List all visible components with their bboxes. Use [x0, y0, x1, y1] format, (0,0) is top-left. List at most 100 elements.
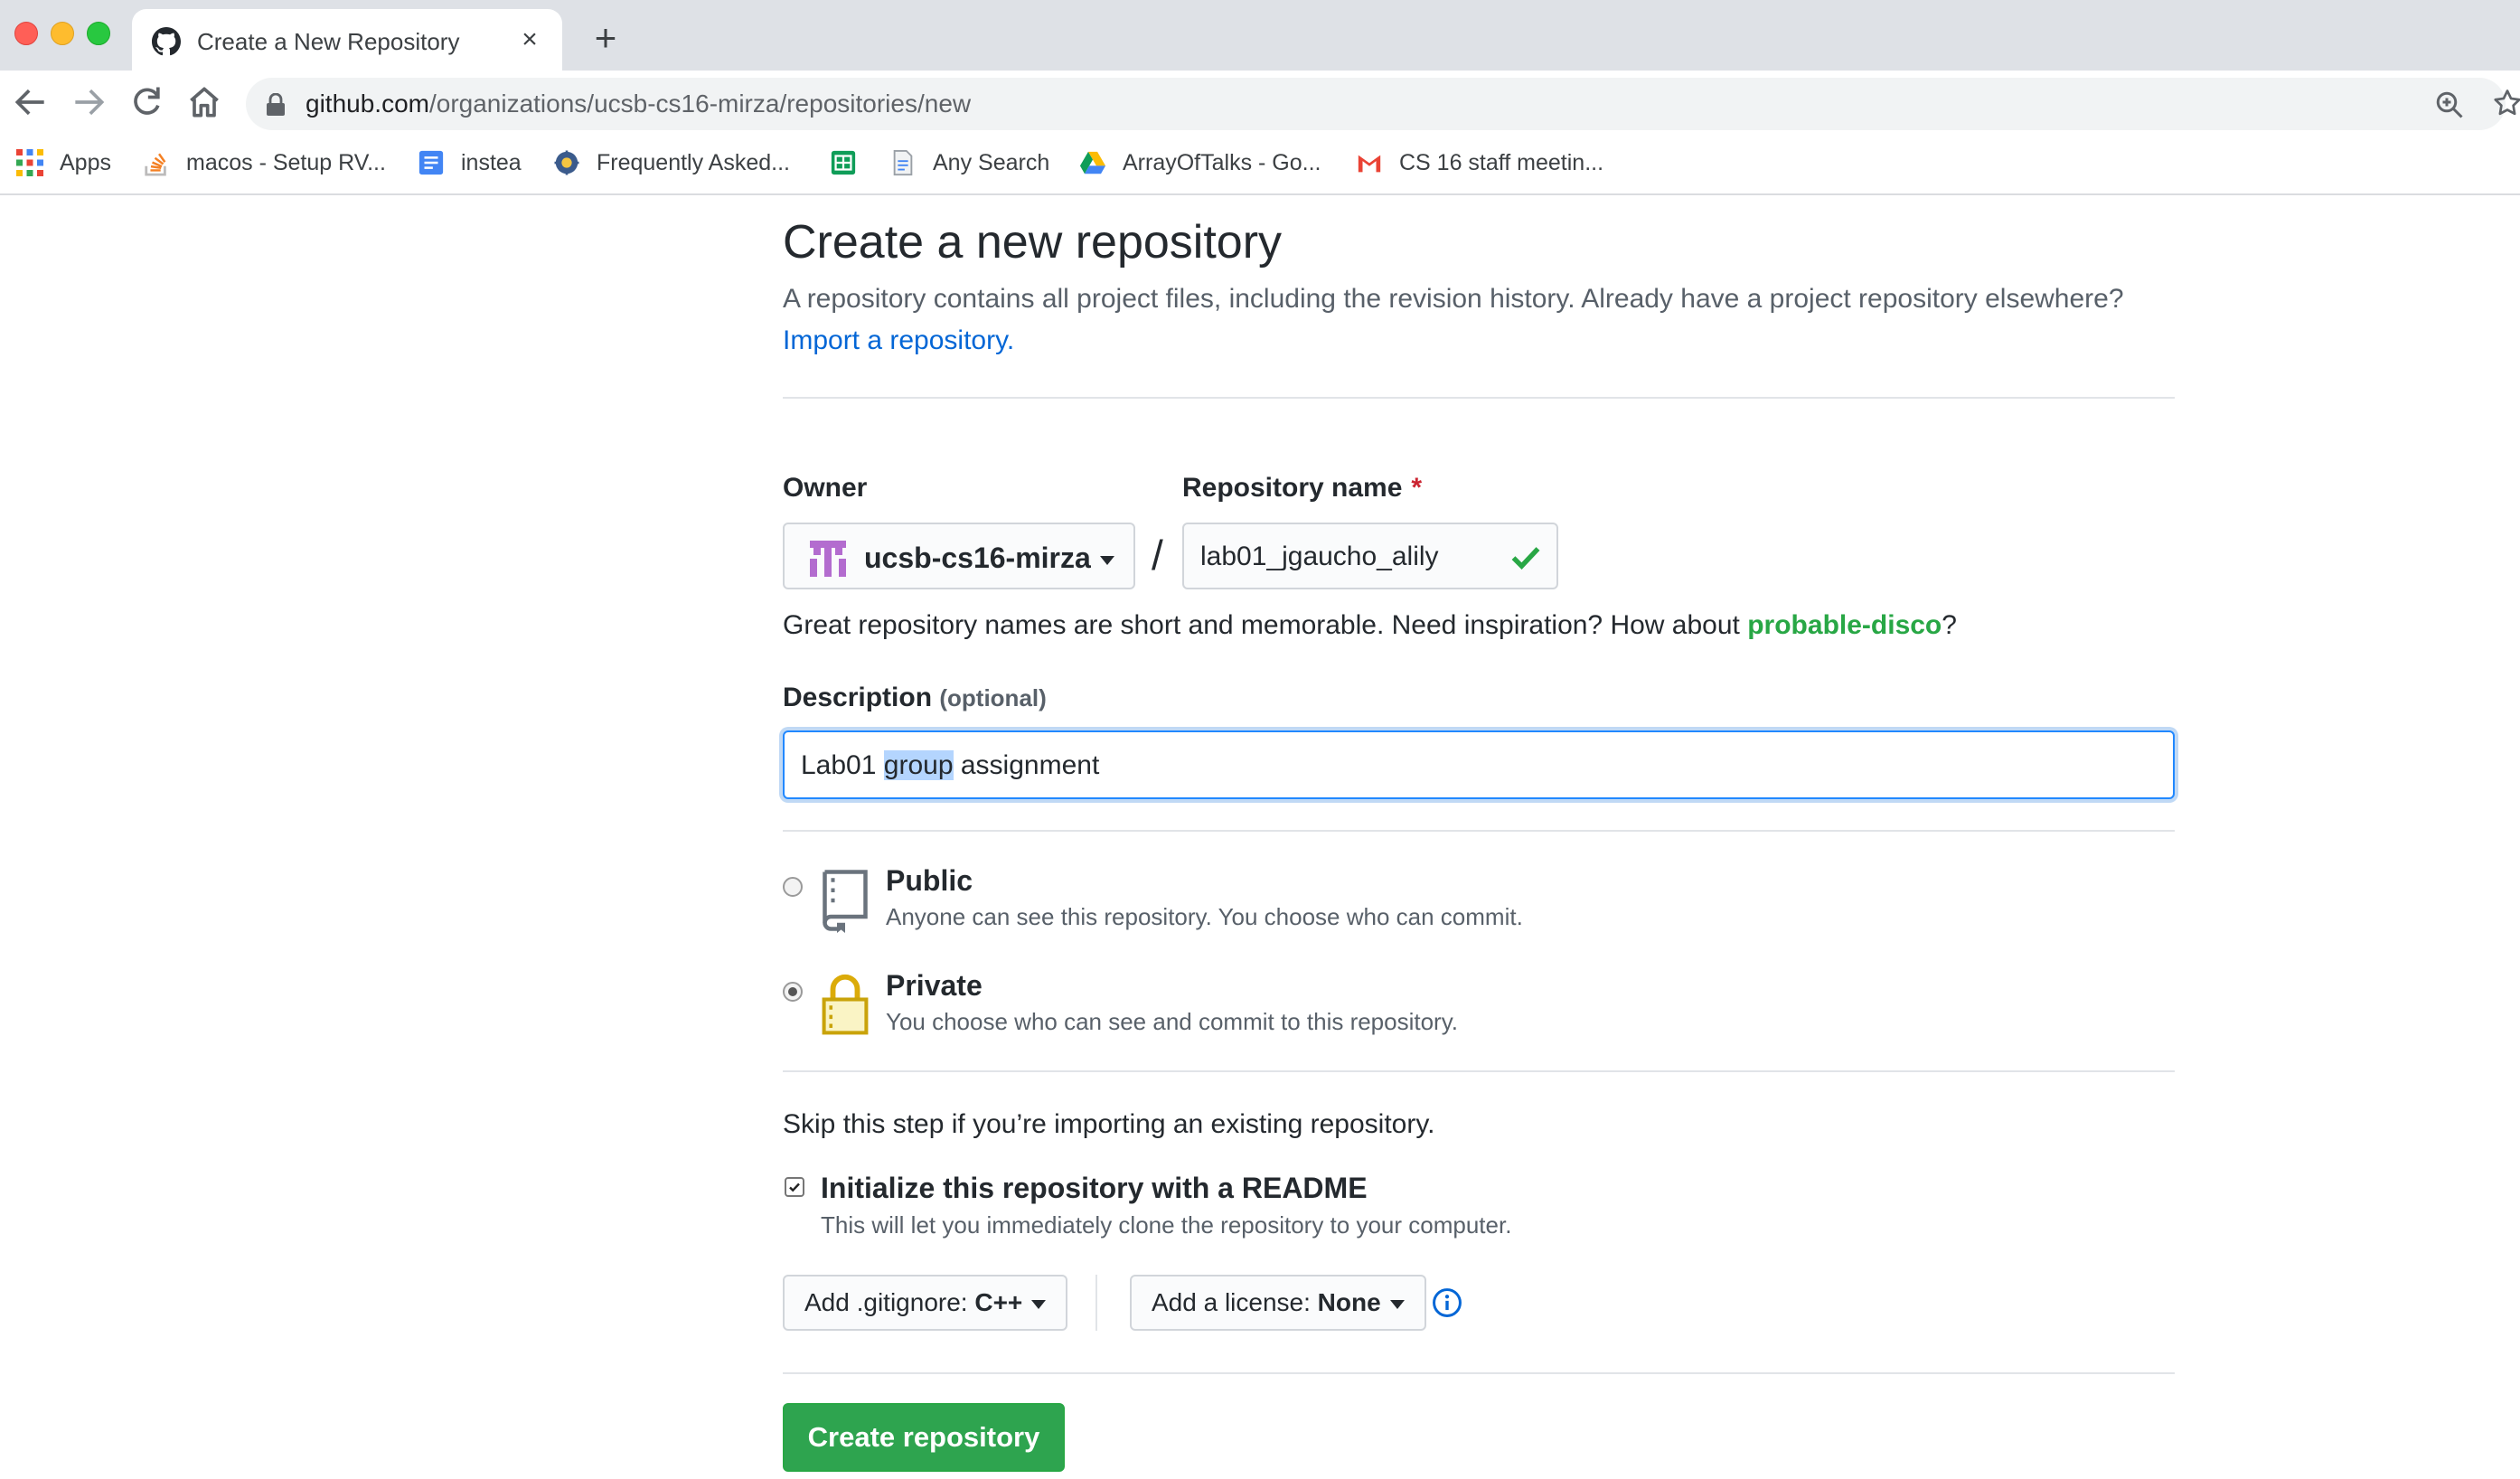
repository-name-input[interactable]: lab01_jgaucho_alily [1182, 523, 1558, 589]
bookmark-star-icon[interactable] [2491, 87, 2520, 119]
github-octocat-icon [152, 27, 181, 56]
page-subtitle: A repository contains all project files,… [783, 278, 2175, 362]
repo-name-label-text: Repository name [1182, 473, 1403, 503]
description-text-end: assignment [960, 750, 1100, 780]
browser-tab-strip: Create a New Repository × + [0, 0, 2520, 71]
site-favicon-icon [554, 150, 579, 175]
lock-icon [822, 974, 869, 1035]
divider [783, 397, 2175, 399]
browser-tab-active[interactable]: Create a New Repository × [132, 9, 562, 71]
private-option-note: You choose who can see and commit to thi… [886, 1008, 1459, 1035]
owner-repo-separator: / [1152, 532, 1163, 579]
owner-label: Owner [783, 473, 868, 503]
bookmark-any-search[interactable]: Any Search [889, 145, 1049, 181]
bookmark-label: Frequently Asked... [597, 149, 791, 175]
selected-text: group [883, 750, 954, 780]
bookmark-label: Any Search [933, 149, 1050, 175]
back-arrow-icon [14, 89, 44, 116]
owner-name: ucsb-cs16-mirza [864, 542, 1091, 574]
url-path: /organizations/ucsb-cs16-mirza/repositor… [428, 89, 972, 118]
document-icon [893, 149, 913, 176]
bookmark-cs16-staff[interactable]: CS 16 staff meetin... [1356, 145, 1603, 181]
divider [783, 1070, 2175, 1072]
repo-book-icon [823, 870, 868, 933]
google-drive-icon [1079, 151, 1106, 174]
chevron-down-icon [1099, 555, 1114, 565]
private-radio[interactable] [783, 982, 803, 1002]
forward-arrow-icon [75, 89, 105, 116]
optional-tag: (optional) [939, 684, 1047, 711]
window-minimize-button[interactable] [51, 22, 74, 45]
bookmark-label: macos - Setup RV... [186, 149, 386, 175]
reload-icon [134, 87, 160, 115]
button-separator [1095, 1275, 1097, 1331]
bookmark-macos-setup[interactable]: macos - Setup RV... [143, 145, 386, 181]
public-option-note: Anyone can see this repository. You choo… [886, 903, 1523, 930]
tab-title: Create a New Repository [197, 28, 460, 55]
required-mark: * [1411, 473, 1423, 503]
gitignore-select[interactable]: Add .gitignore: C++ [783, 1275, 1068, 1331]
divider [783, 1372, 2175, 1374]
readme-option-note: This will let you immediately clone the … [821, 1211, 1512, 1239]
bookmark-arrayoftalks[interactable]: ArrayOfTalks - Go... [1079, 145, 1321, 181]
license-select[interactable]: Add a license: None [1130, 1275, 1426, 1331]
checkmark-icon [789, 1182, 800, 1192]
bookmark-apps[interactable]: Apps [16, 145, 111, 181]
bookmark-instea[interactable]: instea [418, 145, 522, 181]
bookmark-label: ArrayOfTalks - Go... [1123, 149, 1321, 175]
bookmarks-bar: Apps macos - Setup RV... instea Frequent… [0, 134, 2520, 195]
public-radio[interactable] [783, 877, 803, 897]
repository-name-value: lab01_jgaucho_alily [1200, 542, 1439, 571]
owner-value: ucsb-cs16-mirza [864, 541, 1114, 575]
gmail-icon [1358, 155, 1381, 173]
tab-close-icon[interactable]: × [513, 24, 546, 56]
home-button[interactable] [184, 82, 224, 122]
hint-end: ? [1942, 610, 1957, 640]
url-text: github.com/organizations/ucsb-cs16-mirza… [306, 89, 971, 118]
home-icon [190, 87, 219, 118]
name-suggestion-link[interactable]: probable-disco [1747, 610, 1942, 640]
check-icon [1511, 547, 1540, 570]
private-option-title[interactable]: Private [886, 967, 983, 1003]
description-value: Lab01 group assignment [801, 749, 1099, 783]
bookmark-faq[interactable]: Frequently Asked... [553, 145, 790, 181]
forward-button[interactable] [69, 82, 108, 122]
new-tab-button[interactable]: + [586, 18, 625, 58]
readme-option-title[interactable]: Initialize this repository with a README [821, 1170, 1368, 1206]
description-input[interactable]: Lab01 group assignment [783, 730, 2175, 799]
gitignore-label: Add .gitignore: [804, 1288, 968, 1316]
license-value: None [1317, 1288, 1381, 1316]
repo-name-label: Repository name * [1182, 472, 1422, 504]
lock-icon [267, 93, 285, 116]
gitignore-value: C++ [974, 1288, 1023, 1316]
address-bar[interactable]: github.com/organizations/ucsb-cs16-mirza… [246, 78, 2506, 130]
public-option-title[interactable]: Public [886, 862, 973, 899]
readme-checkbox[interactable] [785, 1177, 804, 1197]
create-repository-button[interactable]: Create repository [783, 1403, 1065, 1472]
back-button[interactable] [11, 82, 51, 122]
zoom-icon[interactable] [2433, 89, 2466, 121]
bookmark-sheets[interactable] [830, 145, 857, 181]
apps-grid-icon [16, 149, 43, 176]
repo-name-hint: Great repository names are short and mem… [783, 608, 1957, 644]
stack-overflow-icon [145, 153, 166, 176]
skip-note: Skip this step if you’re importing an ex… [783, 1109, 1435, 1139]
reload-button[interactable] [127, 82, 166, 122]
org-avatar-icon [810, 541, 846, 577]
description-text-start: Lab01 [801, 750, 877, 780]
page-title: Create a new repository [783, 216, 1283, 268]
bookmark-label: Apps [60, 149, 111, 175]
window-zoom-button[interactable] [87, 22, 110, 45]
window-close-button[interactable] [14, 22, 38, 45]
description-label-text: Description [783, 683, 933, 712]
owner-select[interactable]: ucsb-cs16-mirza [783, 523, 1135, 589]
hint-text: Great repository names are short and mem… [783, 610, 1740, 640]
import-repository-link[interactable]: Import a repository. [783, 325, 1014, 355]
divider [783, 830, 2175, 832]
google-sheets-icon [831, 150, 856, 175]
info-icon[interactable] [1432, 1287, 1462, 1318]
bookmark-label: instea [461, 149, 522, 175]
lead-text: A repository contains all project files,… [783, 284, 2124, 314]
description-label: Description (optional) [783, 682, 1047, 714]
chevron-down-icon [1389, 1299, 1405, 1309]
